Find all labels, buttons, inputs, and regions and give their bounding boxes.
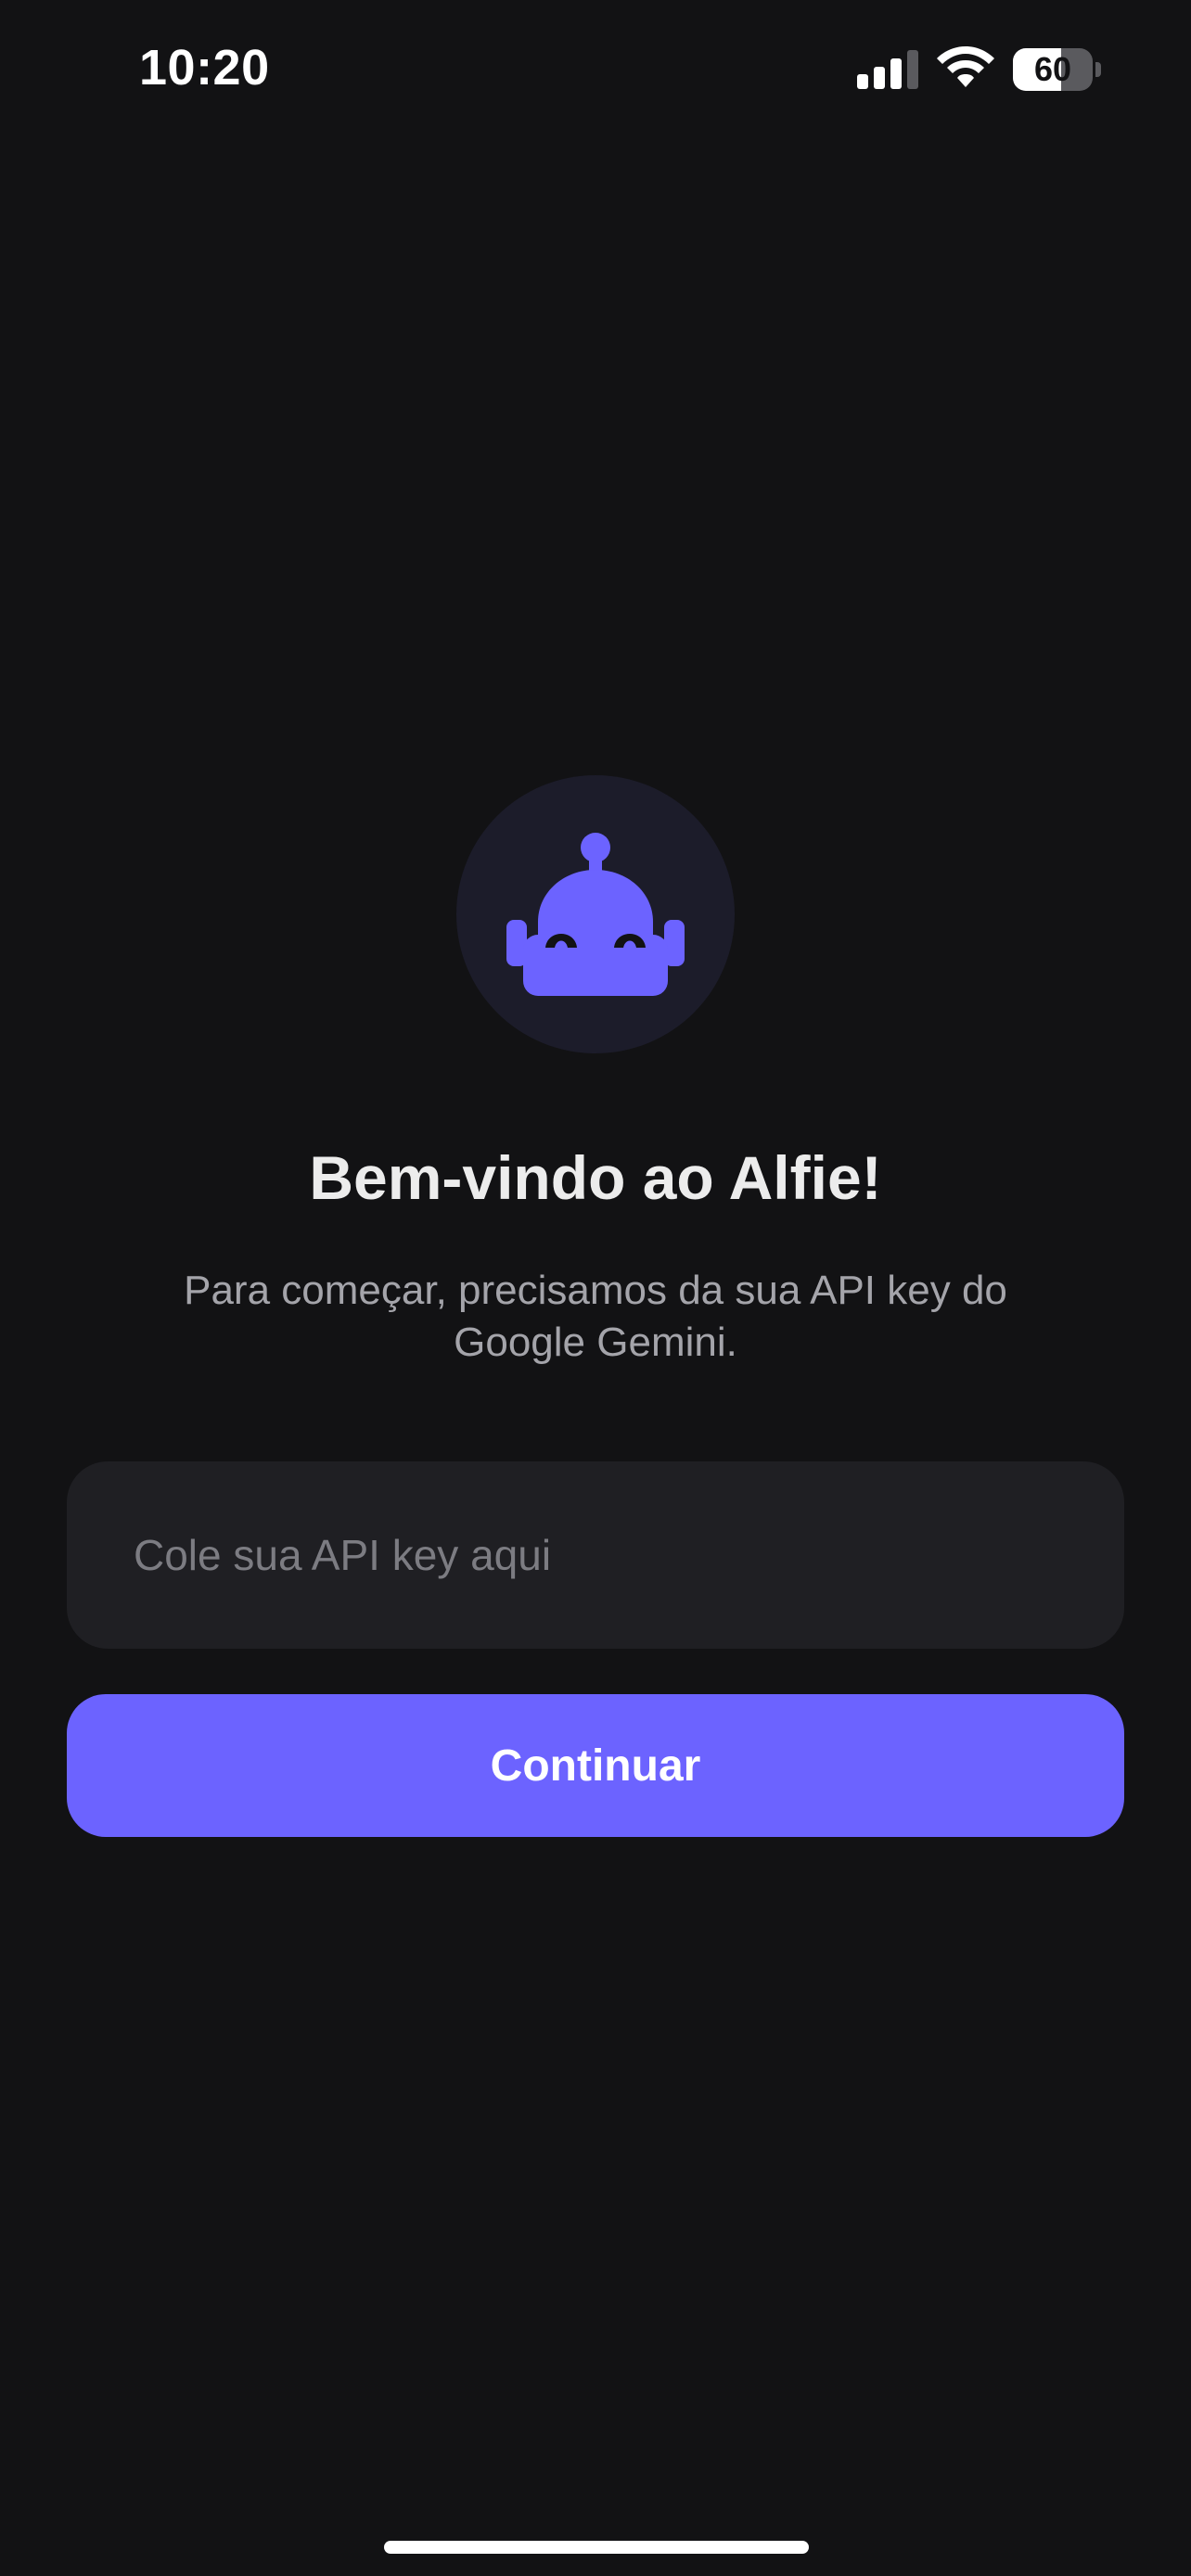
avatar (456, 775, 735, 1053)
battery-cap (1095, 62, 1101, 77)
welcome-subtitle: Para começar, precisamos da sua API key … (184, 1268, 1007, 1365)
signal-icon (857, 50, 918, 89)
api-key-input[interactable] (67, 1461, 1124, 1649)
welcome-title: Bem-vindo ao Alfie! (309, 1143, 882, 1212)
robot-icon (506, 833, 685, 996)
wifi-icon (937, 46, 994, 87)
battery-level: 60 (1033, 50, 1072, 88)
continue-button[interactable]: Continuar (67, 1694, 1124, 1837)
api-key-field[interactable] (67, 1461, 1124, 1649)
home-indicator[interactable] (384, 2541, 809, 2554)
battery-body: 60 (1013, 48, 1093, 91)
battery-icon: 60 (1013, 48, 1102, 91)
status-bar: 10:20 60 (0, 0, 1191, 139)
status-time: 10:20 (139, 40, 270, 96)
